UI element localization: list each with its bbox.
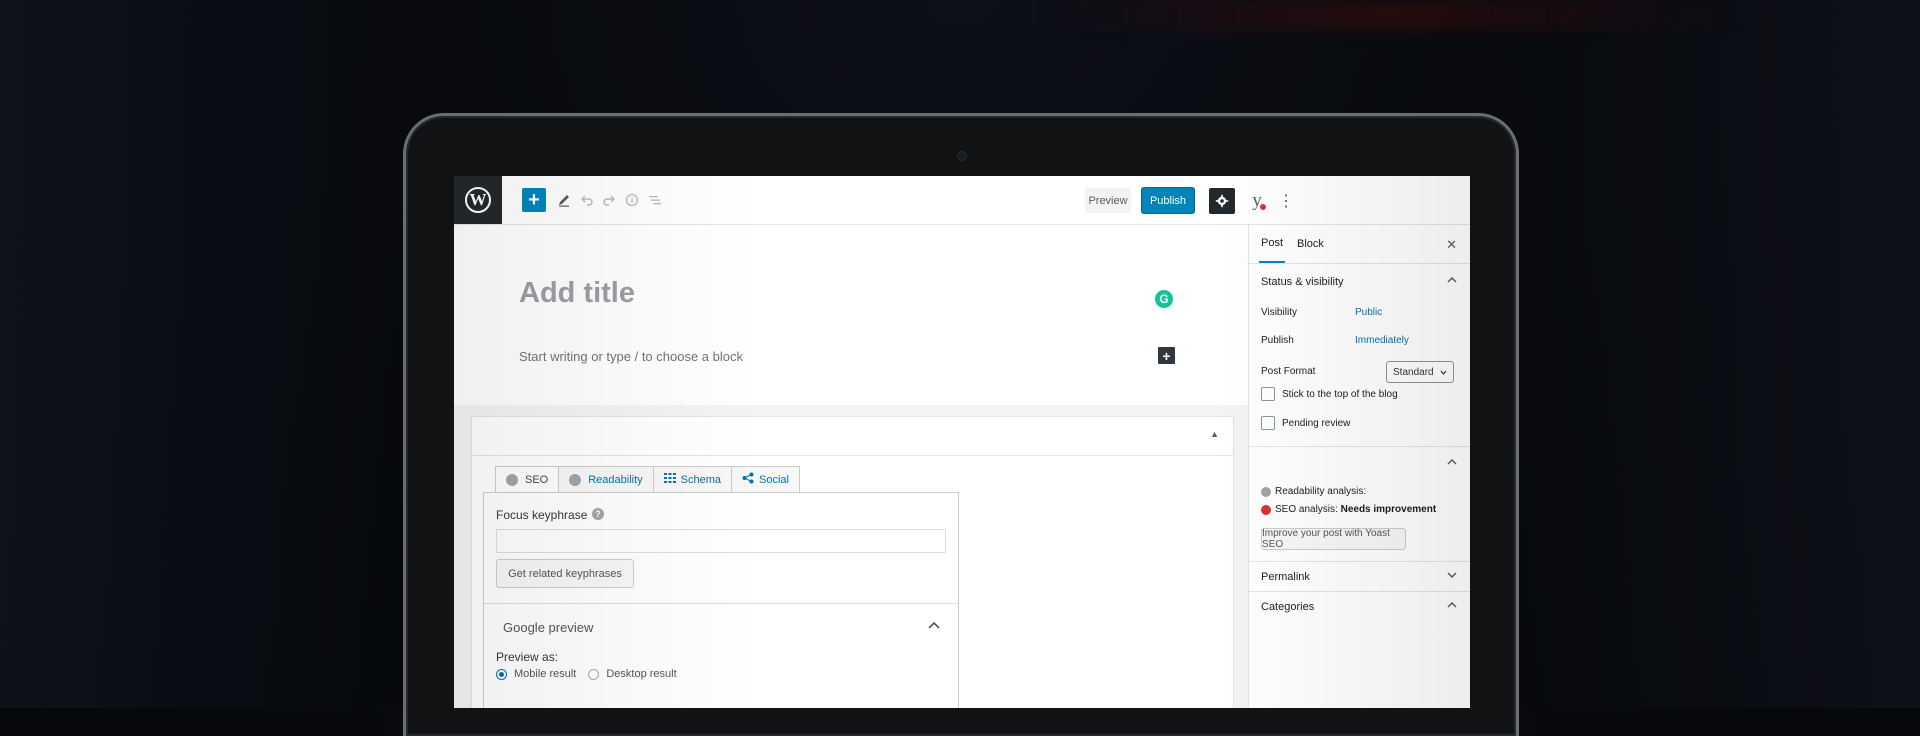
editor-canvas: Add title G Start writing or type / to c… bbox=[454, 225, 1248, 708]
seo-panel: Focus keyphrase ? Get related keyphrases… bbox=[483, 492, 959, 708]
yoast-icon[interactable]: y bbox=[1246, 188, 1268, 214]
publish-button[interactable]: Publish bbox=[1141, 187, 1195, 214]
chevron-down-icon bbox=[1440, 367, 1447, 378]
divider bbox=[484, 603, 958, 604]
tab-schema[interactable]: Schema bbox=[652, 466, 733, 492]
wordpress-logo-icon[interactable]: W bbox=[454, 176, 502, 224]
background-red-glow bbox=[1040, 0, 1740, 30]
tab-label: Readability bbox=[588, 473, 643, 486]
metabox-header[interactable]: ▲ bbox=[472, 417, 1233, 456]
publish-label: Publish bbox=[1261, 335, 1294, 346]
tab-seo[interactable]: SEO bbox=[495, 466, 560, 493]
tab-readability[interactable]: Readability bbox=[558, 466, 654, 492]
tab-social[interactable]: Social bbox=[731, 466, 800, 492]
gear-icon[interactable] bbox=[1209, 188, 1235, 214]
post-format-select[interactable]: Standard bbox=[1386, 361, 1454, 383]
permalink-title[interactable]: Permalink bbox=[1261, 571, 1310, 583]
info-icon[interactable] bbox=[620, 188, 644, 212]
chevron-down-icon[interactable] bbox=[1447, 571, 1457, 582]
editor-paper: Add title G Start writing or type / to c… bbox=[454, 225, 1248, 405]
undo-icon[interactable] bbox=[575, 188, 599, 212]
share-icon bbox=[742, 472, 754, 487]
readability-analysis-label: Readability analysis: bbox=[1275, 486, 1367, 497]
editor-toolbar: W + Preview Publish y ⋮ bbox=[454, 176, 1470, 225]
pencil-icon[interactable] bbox=[552, 188, 576, 212]
grid-icon bbox=[663, 473, 676, 486]
stick-to-top-checkbox[interactable] bbox=[1261, 387, 1275, 401]
ellipsis-vertical-icon[interactable]: ⋮ bbox=[1278, 188, 1294, 214]
focus-keyphrase-label: Focus keyphrase bbox=[496, 508, 588, 522]
divider bbox=[1249, 591, 1470, 592]
stick-to-top-label: Stick to the top of the blog bbox=[1282, 389, 1398, 400]
categories-title[interactable]: Categories bbox=[1261, 601, 1314, 613]
tab-post[interactable]: Post bbox=[1259, 225, 1286, 263]
desktop-result-label: Desktop result bbox=[606, 668, 677, 680]
yoast-tabs: SEO Readability Schema Social bbox=[495, 466, 800, 493]
post-format-value: Standard bbox=[1393, 366, 1434, 378]
divider bbox=[1249, 561, 1470, 562]
yoast-metabox: ▲ SEO Readability Schema Social Focus ke… bbox=[471, 416, 1234, 708]
chevron-up-icon[interactable] bbox=[1447, 600, 1457, 611]
seo-analysis-label: SEO analysis: Needs improvement bbox=[1275, 504, 1436, 515]
pending-review-checkbox[interactable] bbox=[1261, 416, 1275, 430]
seo-status-icon bbox=[1261, 505, 1271, 515]
seo-analysis-value: Needs improvement bbox=[1340, 504, 1437, 515]
laptop-camera bbox=[958, 152, 966, 160]
preview-as-label: Preview as: bbox=[496, 650, 559, 664]
laptop-screen: W + Preview Publish y ⋮ Add title G Star… bbox=[454, 176, 1470, 708]
tab-label: Social bbox=[759, 473, 789, 486]
post-title-input[interactable]: Add title bbox=[519, 277, 635, 310]
list-icon[interactable] bbox=[643, 188, 667, 212]
preview-button[interactable]: Preview bbox=[1085, 188, 1131, 213]
post-format-label: Post Format bbox=[1261, 366, 1316, 377]
background-right-glow bbox=[1460, 0, 1920, 708]
divider bbox=[1249, 446, 1470, 447]
visibility-link[interactable]: Public bbox=[1355, 307, 1382, 318]
google-preview-title[interactable]: Google preview bbox=[503, 620, 593, 635]
desktop-result-radio[interactable] bbox=[588, 668, 600, 680]
chevron-up-icon[interactable] bbox=[1447, 275, 1457, 286]
redo-icon[interactable] bbox=[597, 188, 621, 212]
block-placeholder[interactable]: Start writing or type / to choose a bloc… bbox=[519, 349, 743, 364]
tab-label: Schema bbox=[680, 473, 722, 486]
chevron-up-icon[interactable] bbox=[1447, 457, 1457, 468]
chevron-up-icon[interactable]: ▲ bbox=[1210, 429, 1219, 439]
readability-status-icon bbox=[1261, 487, 1271, 497]
visibility-label: Visibility bbox=[1261, 307, 1297, 318]
status-dot-icon bbox=[569, 473, 582, 486]
status-dot-icon bbox=[506, 474, 518, 486]
settings-sidebar: Post Block ✕ Status & visibility Visibil… bbox=[1248, 225, 1470, 708]
focus-keyphrase-input[interactable] bbox=[496, 529, 946, 553]
add-block-button[interactable]: + bbox=[522, 188, 546, 212]
background-left-glow bbox=[0, 0, 420, 708]
yoast-status-dot bbox=[1260, 204, 1266, 210]
publish-date-link[interactable]: Immediately bbox=[1355, 335, 1409, 346]
chevron-up-icon[interactable] bbox=[928, 618, 940, 632]
status-visibility-title[interactable]: Status & visibility bbox=[1261, 276, 1344, 288]
grammarly-icon[interactable]: G bbox=[1155, 290, 1173, 308]
tab-label: SEO bbox=[525, 474, 549, 486]
seo-analysis-text: SEO analysis: bbox=[1275, 504, 1338, 515]
sidebar-tabs: Post Block ✕ bbox=[1249, 225, 1470, 264]
get-related-keyphrases-button[interactable]: Get related keyphrases bbox=[496, 559, 634, 588]
tab-block[interactable]: Block bbox=[1297, 225, 1324, 263]
inline-add-block-button[interactable]: + bbox=[1158, 347, 1175, 364]
help-icon[interactable]: ? bbox=[592, 508, 604, 520]
mobile-result-radio[interactable] bbox=[496, 668, 507, 680]
improve-post-button[interactable]: Improve your post with Yoast SEO bbox=[1261, 528, 1406, 550]
preview-mode-radios: Mobile result Desktop result bbox=[496, 668, 677, 680]
pending-review-label: Pending review bbox=[1282, 418, 1351, 429]
close-icon[interactable]: ✕ bbox=[1446, 237, 1457, 253]
mobile-result-label: Mobile result bbox=[514, 668, 577, 680]
